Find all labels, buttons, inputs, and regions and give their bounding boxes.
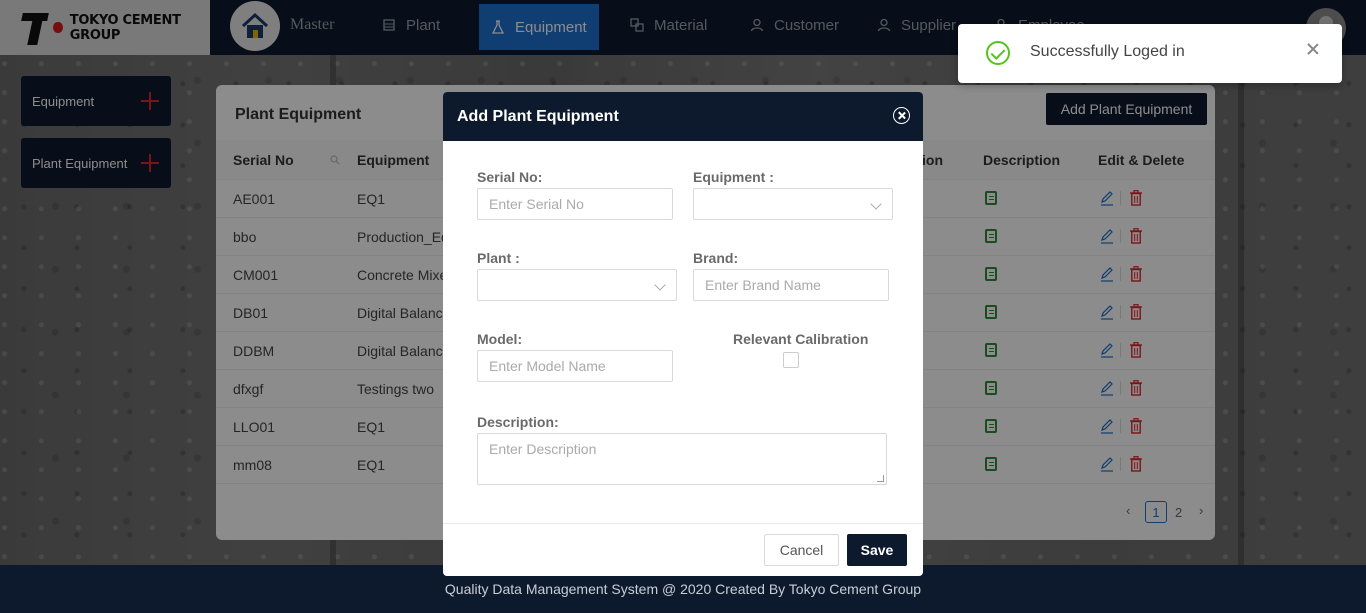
description-textarea[interactable]: Enter Description <box>477 433 887 485</box>
toast-message: Successfully Loged in <box>1030 43 1185 60</box>
add-plant-equipment-modal: Add Plant Equipment Serial No: Equipment… <box>443 92 923 576</box>
relevant-calibration-checkbox[interactable] <box>783 352 799 368</box>
brand-input[interactable] <box>693 269 889 301</box>
description-placeholder: Enter Description <box>489 441 597 457</box>
chevron-down-icon <box>870 198 882 210</box>
modal-header: Add Plant Equipment <box>443 92 923 141</box>
check-circle-icon <box>986 41 1010 65</box>
description-label: Description: <box>477 414 559 430</box>
resize-handle-icon[interactable] <box>877 475 884 482</box>
calibration-label: Relevant Calibration <box>733 331 869 347</box>
plant-label: Plant : <box>477 250 520 266</box>
modal-footer: Cancel Save <box>443 523 923 576</box>
equipment-select[interactable] <box>693 188 893 220</box>
serial-label: Serial No: <box>477 169 543 185</box>
model-input[interactable] <box>477 350 673 382</box>
cancel-button[interactable]: Cancel <box>764 534 839 566</box>
close-icon[interactable] <box>893 107 910 124</box>
chevron-down-icon <box>654 279 666 291</box>
model-label: Model: <box>477 331 523 347</box>
close-icon[interactable] <box>1307 43 1319 55</box>
footer-text: Quality Data Management System @ 2020 Cr… <box>444 581 922 597</box>
plant-select[interactable] <box>477 269 677 301</box>
save-button[interactable]: Save <box>847 534 907 566</box>
equipment-label: Equipment : <box>693 169 774 185</box>
success-toast: Successfully Loged in <box>958 24 1342 83</box>
brand-label: Brand: <box>693 250 739 266</box>
modal-title: Add Plant Equipment <box>457 107 619 125</box>
serial-input[interactable] <box>477 188 673 220</box>
